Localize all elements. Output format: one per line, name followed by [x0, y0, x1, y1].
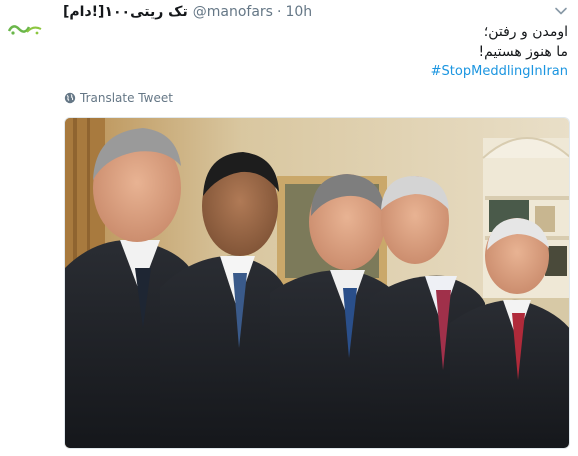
- tweet-text: اومدن و رفتن؛ ما هنوز هستیم! #StopMeddli…: [148, 22, 568, 82]
- tweet: [دام!]تک ریتی۱۰۰ @manofars · 10h اومدن و…: [0, 0, 578, 456]
- hashtag-link[interactable]: #StopMeddlingInIran: [148, 62, 568, 82]
- avatar[interactable]: [4, 18, 48, 40]
- avatar-logo-icon: [7, 25, 42, 35]
- display-name[interactable]: [دام!]تک ریتی۱۰۰: [63, 4, 188, 20]
- separator-dot: ·: [276, 4, 282, 20]
- photo-image: [65, 118, 569, 448]
- translate-tweet-button[interactable]: Translate Tweet: [64, 91, 173, 105]
- tweet-text-line: ما هنوز هستیم!: [478, 44, 568, 60]
- globe-icon: [64, 92, 76, 104]
- chevron-down-icon: [555, 7, 567, 15]
- tweet-menu-button[interactable]: [554, 4, 568, 18]
- tweet-text-line: اومدن و رفتن؛: [483, 24, 568, 40]
- tweet-photo[interactable]: [64, 117, 570, 449]
- user-handle[interactable]: @manofars: [193, 4, 273, 20]
- tweet-timestamp[interactable]: 10h: [285, 4, 312, 20]
- translate-label: Translate Tweet: [80, 91, 173, 105]
- tweet-header: [دام!]تک ریتی۱۰۰ @manofars · 10h: [63, 2, 312, 22]
